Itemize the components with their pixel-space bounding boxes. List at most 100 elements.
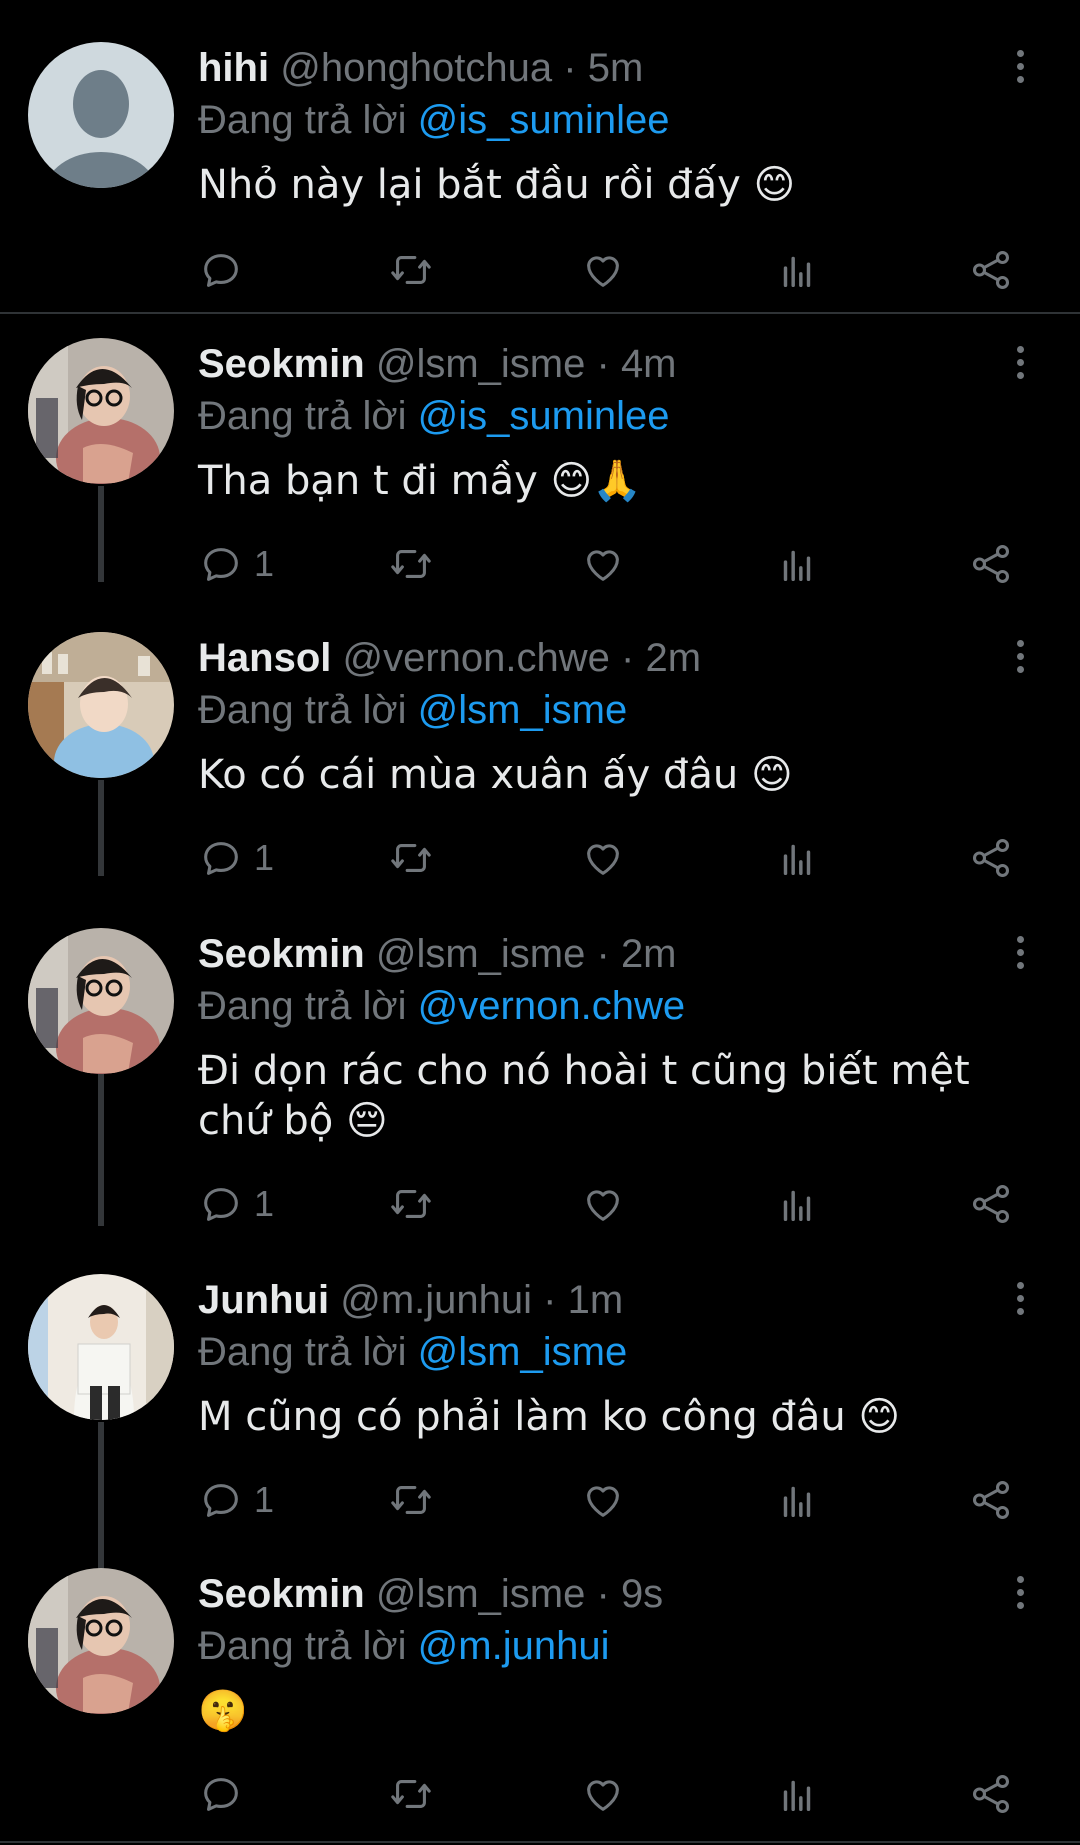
tweet-header: Junhui @m.junhui · 1m (198, 1274, 970, 1326)
timestamp[interactable]: 5m (588, 46, 644, 90)
like-button[interactable] (580, 244, 626, 296)
share-button[interactable] (968, 1178, 1014, 1230)
views-button[interactable] (774, 1178, 820, 1230)
share-icon (972, 839, 1010, 877)
tweet-actions (198, 244, 1040, 296)
tweet-header: hihi @honghotchua · 5m (198, 42, 970, 94)
reply-button[interactable] (198, 1768, 254, 1820)
reply-button[interactable]: 1 (198, 538, 274, 590)
reply-mention-link[interactable]: @m.junhui (418, 1624, 610, 1668)
views-button[interactable] (774, 538, 820, 590)
reply-mention-link[interactable]: @vernon.chwe (418, 984, 685, 1028)
tweet[interactable]: hihi @honghotchua · 5m Đang trả lời @is_… (0, 0, 1080, 312)
tweet[interactable]: Junhui @m.junhui · 1m Đang trả lời @lsm_… (0, 1232, 1080, 1528)
heart-icon (587, 256, 619, 287)
retweet-button[interactable] (388, 1178, 434, 1230)
retweet-button[interactable] (388, 832, 434, 884)
avatar[interactable] (28, 338, 174, 484)
share-button[interactable] (968, 832, 1014, 884)
timestamp[interactable]: 1m (568, 1278, 624, 1322)
retweet-button[interactable] (388, 1474, 434, 1526)
more-options-icon[interactable] (1008, 1282, 1032, 1320)
retweet-button[interactable] (388, 1768, 434, 1820)
timestamp[interactable]: 4m (621, 342, 677, 386)
tweet[interactable]: Seokmin @lsm_isme · 4m Đang trả lời @is_… (0, 296, 1080, 590)
like-button[interactable] (580, 538, 626, 590)
views-icon (783, 550, 811, 582)
display-name[interactable]: Seokmin (198, 1572, 365, 1616)
more-options-icon[interactable] (1008, 936, 1032, 974)
reply-icon (204, 1188, 238, 1221)
share-icon (972, 1185, 1010, 1223)
share-button[interactable] (968, 538, 1014, 590)
like-button[interactable] (580, 1768, 626, 1820)
reply-mention-link[interactable]: @lsm_isme (418, 688, 628, 732)
replying-label: Đang trả lời (198, 688, 407, 732)
views-icon (783, 256, 811, 288)
display-name[interactable]: Seokmin (198, 932, 365, 976)
reply-button[interactable]: 1 (198, 832, 274, 884)
more-options-icon[interactable] (1008, 1576, 1032, 1614)
replying-to: Đang trả lời @lsm_isme (198, 684, 627, 736)
retweet-button[interactable] (388, 244, 434, 296)
share-icon (972, 1481, 1010, 1519)
share-icon (972, 545, 1010, 583)
user-handle[interactable]: @lsm_isme (376, 1572, 586, 1616)
tweet[interactable]: Hansol @vernon.chwe · 2m Đang trả lời @l… (0, 590, 1080, 884)
avatar[interactable] (28, 1568, 174, 1714)
user-handle[interactable]: @lsm_isme (376, 932, 586, 976)
separator-dot: · (596, 342, 610, 386)
replying-to: Đang trả lời @m.junhui (198, 1620, 609, 1672)
reply-count: 1 (254, 543, 275, 584)
more-options-icon[interactable] (1008, 640, 1032, 678)
share-button[interactable] (968, 1768, 1014, 1820)
user-handle[interactable]: @honghotchua (280, 46, 552, 90)
views-button[interactable] (774, 244, 820, 296)
reply-button[interactable] (198, 244, 254, 296)
user-handle[interactable]: @m.junhui (340, 1278, 532, 1322)
heart-icon (587, 1780, 619, 1811)
tweet-text: Đi dọn rác cho nó hoài t cũng biết mệt c… (198, 1048, 970, 1144)
like-button[interactable] (580, 1474, 626, 1526)
reply-mention-link[interactable]: @is_suminlee (418, 394, 670, 438)
like-button[interactable] (580, 832, 626, 884)
tweet[interactable]: Seokmin @lsm_isme · 2m Đang trả lời @ver… (0, 886, 1080, 1232)
replying-to: Đang trả lời @is_suminlee (198, 94, 670, 146)
tweet-header: Seokmin @lsm_isme · 2m (198, 928, 970, 980)
retweet-button[interactable] (388, 538, 434, 590)
display-name[interactable]: hihi (198, 46, 269, 90)
replying-label: Đang trả lời (198, 1330, 407, 1374)
more-options-icon[interactable] (1008, 50, 1032, 88)
user-handle[interactable]: @lsm_isme (376, 342, 586, 386)
tweet[interactable]: Seokmin @lsm_isme · 9s Đang trả lời @m.j… (0, 1526, 1080, 1845)
timestamp[interactable]: 2m (645, 636, 701, 680)
replying-label: Đang trả lời (198, 1624, 407, 1668)
avatar[interactable] (28, 928, 174, 1074)
reply-icon (204, 254, 238, 287)
views-button[interactable] (774, 832, 820, 884)
display-name[interactable]: Seokmin (198, 342, 365, 386)
display-name[interactable]: Junhui (198, 1278, 329, 1322)
share-button[interactable] (968, 1474, 1014, 1526)
reply-mention-link[interactable]: @lsm_isme (418, 1330, 628, 1374)
separator-dot: · (596, 1572, 610, 1616)
display-name[interactable]: Hansol (198, 636, 331, 680)
reply-button[interactable]: 1 (198, 1178, 274, 1230)
tweet-actions: 1 (198, 832, 1040, 884)
views-button[interactable] (774, 1474, 820, 1526)
like-button[interactable] (580, 1178, 626, 1230)
more-options-icon[interactable] (1008, 346, 1032, 384)
avatar[interactable] (28, 1274, 174, 1420)
reply-mention-link[interactable]: @is_suminlee (418, 98, 670, 142)
replying-to: Đang trả lời @vernon.chwe (198, 980, 685, 1032)
timestamp[interactable]: 9s (621, 1572, 663, 1616)
reply-button[interactable]: 1 (198, 1474, 274, 1526)
views-button[interactable] (774, 1768, 820, 1820)
separator-dot: · (563, 46, 577, 90)
share-button[interactable] (968, 244, 1014, 296)
avatar-default[interactable] (28, 42, 174, 188)
avatar[interactable] (28, 632, 174, 778)
reply-icon (204, 1778, 238, 1811)
timestamp[interactable]: 2m (621, 932, 677, 976)
user-handle[interactable]: @vernon.chwe (342, 636, 609, 680)
